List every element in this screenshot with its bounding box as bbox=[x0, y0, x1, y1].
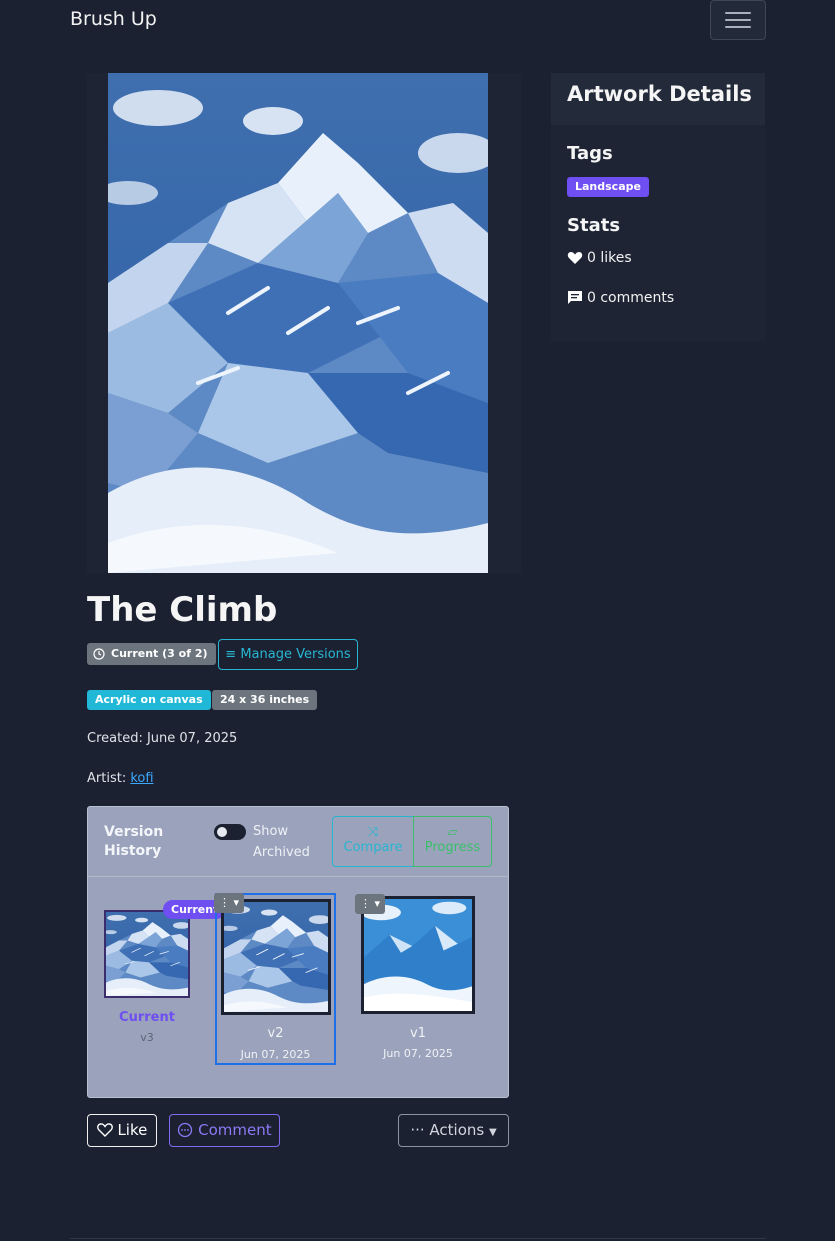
comment-button[interactable]: Comment bbox=[169, 1114, 280, 1147]
kebab-icon: ⋮ ▾ bbox=[359, 897, 381, 910]
version-badge: Current (3 of 2) bbox=[87, 643, 216, 665]
artwork-details-title: Artwork Details bbox=[567, 82, 752, 106]
created-value: June 07, 2025 bbox=[146, 731, 238, 746]
actions-label: Actions bbox=[429, 1121, 485, 1139]
version-label-v1: v1 bbox=[410, 1026, 426, 1041]
version-date-v2: Jun 07, 2025 bbox=[240, 1048, 311, 1061]
created-label: Created: bbox=[87, 731, 143, 746]
bottom-divider bbox=[70, 1238, 766, 1239]
hamburger-icon-bar bbox=[725, 26, 751, 28]
hamburger-menu-button[interactable] bbox=[710, 0, 766, 40]
toggle-knob bbox=[217, 827, 227, 837]
thumbnail-image bbox=[364, 899, 472, 1011]
version-v1-menu-button[interactable]: ⋮ ▾ bbox=[355, 894, 385, 914]
kebab-icon: ⋮ ▾ bbox=[218, 896, 240, 909]
version-badge-text: Current (3 of 2) bbox=[111, 647, 208, 660]
stats-heading: Stats bbox=[567, 215, 621, 236]
like-label: Like bbox=[117, 1121, 148, 1139]
chat-bubble-icon bbox=[178, 1122, 193, 1138]
version-label-current: Current bbox=[119, 1010, 175, 1025]
compare-button[interactable]: ⤨ Compare bbox=[332, 816, 414, 867]
tag-badge-landscape[interactable]: Landscape bbox=[567, 177, 649, 197]
likes-text: 0 likes bbox=[587, 250, 632, 266]
clock-icon bbox=[93, 648, 105, 660]
version-history-card: Version History Show Archived ⤨ Compare … bbox=[87, 806, 509, 1098]
artwork-image[interactable] bbox=[108, 73, 488, 573]
tags-heading: Tags bbox=[567, 143, 613, 164]
dimensions-badge: 24 x 36 inches bbox=[212, 690, 318, 710]
version-thumbnail-v2[interactable] bbox=[221, 899, 331, 1015]
comment-icon bbox=[568, 291, 582, 304]
hamburger-icon-bar bbox=[725, 19, 751, 21]
artwork-details-header: Artwork Details bbox=[551, 73, 765, 125]
manage-versions-label: Manage Versions bbox=[240, 647, 351, 662]
thumbnail-image bbox=[106, 912, 188, 996]
manage-versions-button[interactable]: ≡ Manage Versions bbox=[218, 639, 358, 670]
progress-icon: ▱ bbox=[447, 825, 458, 840]
version-history-title: Version History bbox=[104, 824, 164, 859]
actions-dropdown-button[interactable]: ··· Actions ▼ bbox=[398, 1114, 509, 1147]
likes-stat: 0 likes bbox=[567, 250, 632, 266]
created-date: Created: June 07, 2025 bbox=[87, 731, 237, 746]
progress-button[interactable]: ▱ Progress bbox=[413, 816, 492, 867]
comments-text: 0 comments bbox=[587, 290, 675, 306]
artist-label: Artist: bbox=[87, 771, 127, 786]
hamburger-icon bbox=[725, 12, 751, 14]
compare-label: Compare bbox=[343, 840, 403, 855]
medium-badge: Acrylic on canvas bbox=[87, 690, 211, 710]
progress-label: Progress bbox=[424, 840, 481, 855]
brand-logo[interactable]: Brush Up bbox=[70, 8, 157, 30]
navbar: Brush Up bbox=[0, 0, 835, 46]
show-archived-label: Show Archived bbox=[253, 824, 310, 860]
version-thumbnail-current[interactable] bbox=[104, 910, 190, 998]
artist-link[interactable]: kofi bbox=[130, 771, 153, 786]
heart-outline-icon bbox=[96, 1123, 113, 1137]
version-label-v2: v2 bbox=[267, 1026, 284, 1041]
artwork-title: The Climb bbox=[87, 590, 278, 630]
thumbnail-image bbox=[224, 902, 328, 1012]
list-icon: ≡ bbox=[225, 647, 237, 662]
comments-stat: 0 comments bbox=[567, 290, 674, 306]
version-number-v3: v3 bbox=[140, 1031, 154, 1044]
show-archived-toggle[interactable] bbox=[214, 824, 246, 840]
artwork-details-panel: Artwork Details Tags Landscape Stats 0 l… bbox=[551, 73, 765, 341]
comment-label: Comment bbox=[198, 1121, 272, 1139]
version-card-v2[interactable]: v2 Jun 07, 2025 bbox=[215, 893, 336, 1065]
like-button[interactable]: Like bbox=[87, 1114, 157, 1147]
ellipsis-icon: ··· bbox=[410, 1121, 425, 1139]
shuffle-icon: ⤨ bbox=[367, 825, 379, 840]
version-date-v1: Jun 07, 2025 bbox=[383, 1047, 453, 1060]
caret-down-icon: ▼ bbox=[488, 1127, 497, 1138]
artwork-image-container bbox=[87, 73, 521, 573]
heart-icon bbox=[567, 251, 583, 264]
artist-line: Artist: kofi bbox=[87, 771, 154, 786]
version-history-header: Version History Show Archived ⤨ Compare … bbox=[88, 807, 508, 877]
version-v2-menu-button[interactable]: ⋮ ▾ bbox=[214, 893, 244, 913]
